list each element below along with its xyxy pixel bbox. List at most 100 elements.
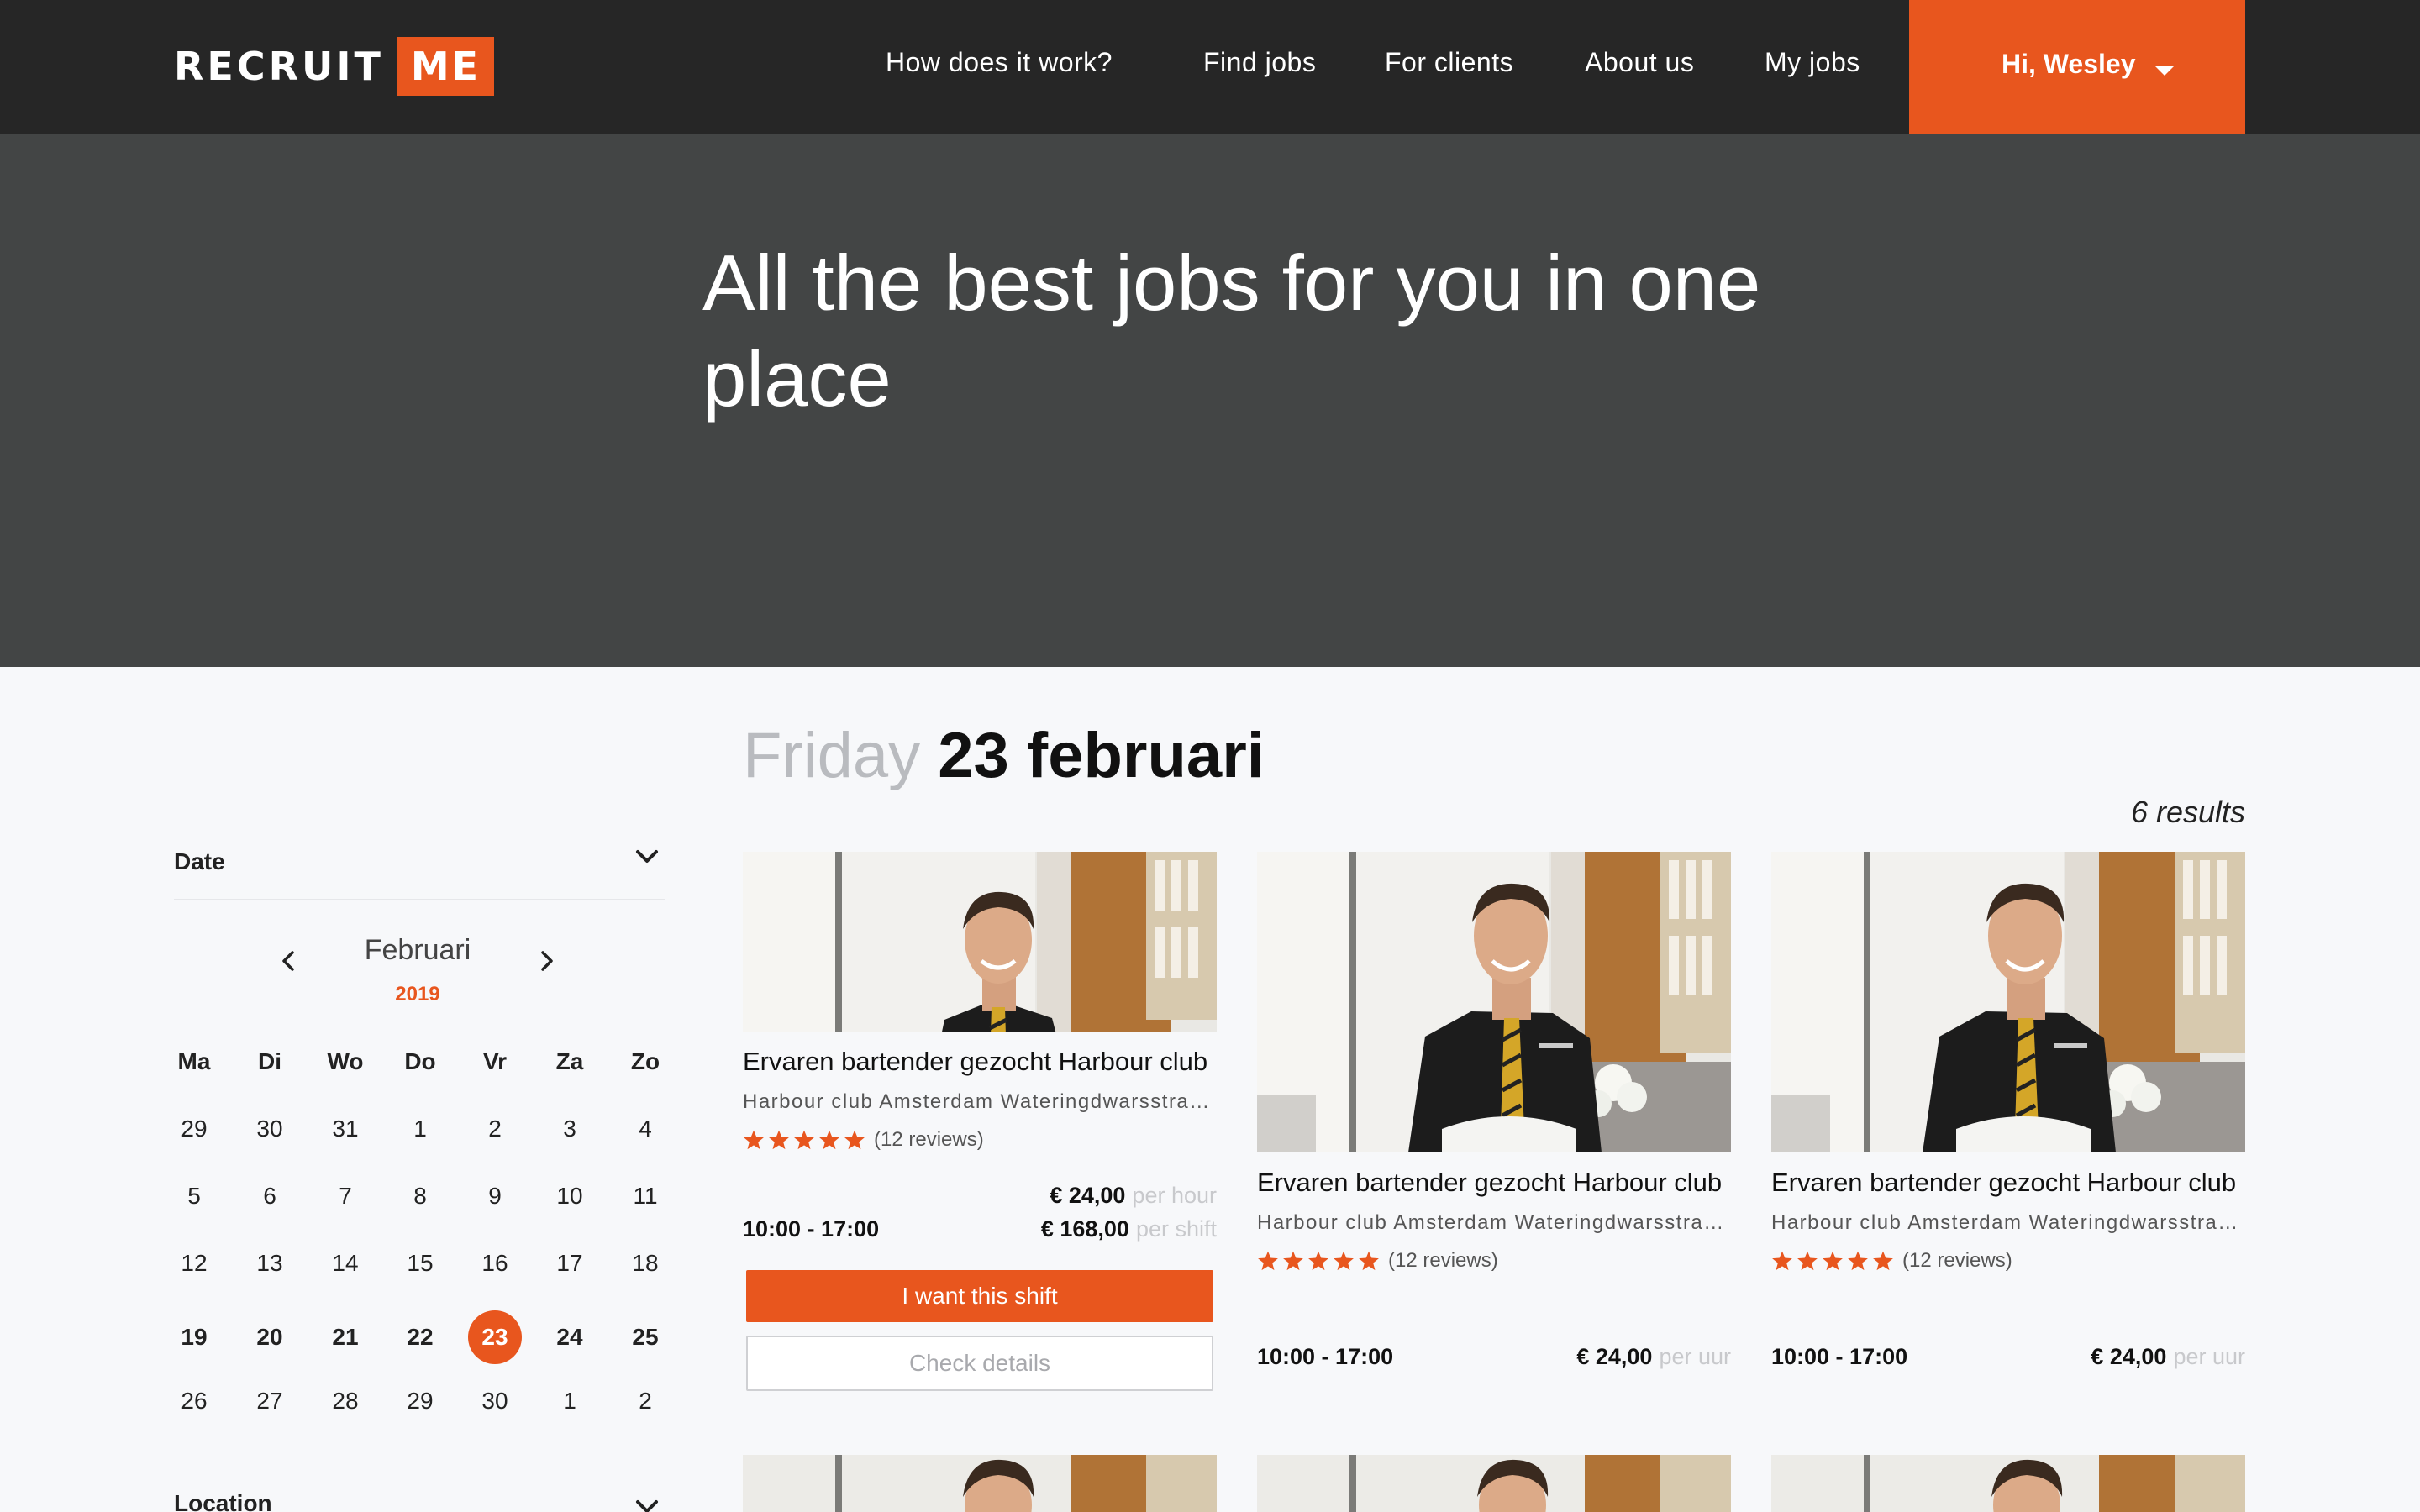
calendar-day[interactable]: 2 xyxy=(608,1374,683,1428)
price-per-hour: € 24,00 per hour xyxy=(1050,1183,1217,1209)
nav-how-it-works[interactable]: How does it work? xyxy=(886,47,1113,78)
job-card[interactable]: Ervaren bartender gezocht Harbour club H… xyxy=(1771,852,2245,1373)
calendar-day[interactable]: 25 xyxy=(608,1310,683,1364)
want-shift-button[interactable]: I want this shift xyxy=(746,1270,1213,1322)
results-count: 6 results xyxy=(2130,795,2245,829)
nav-my-jobs[interactable]: My jobs xyxy=(1765,47,1860,78)
rating: (12 reviews) xyxy=(743,1127,984,1152)
job-photo xyxy=(743,852,1217,1032)
chevron-down-icon xyxy=(636,1500,658,1512)
calendar-day[interactable]: 22 xyxy=(382,1310,458,1364)
calendar-day[interactable]: 31 xyxy=(308,1102,383,1156)
calendar-day[interactable]: 11 xyxy=(608,1169,683,1223)
rating: (12 reviews) xyxy=(1771,1248,2012,1273)
calendar-day[interactable]: 4 xyxy=(608,1102,683,1156)
price-unit: per uur xyxy=(2173,1344,2245,1369)
nav-about-us[interactable]: About us xyxy=(1585,47,1694,78)
price-hour-unit: per hour xyxy=(1132,1183,1217,1208)
date-day-month: 23 februari xyxy=(938,720,1265,791)
calendar-day[interactable]: 10 xyxy=(532,1169,608,1223)
calendar-day[interactable]: 5 xyxy=(156,1169,232,1223)
job-location: Harbour club Amsterdam Wateringdwarsstra… xyxy=(1257,1211,1731,1234)
price-per-shift: € 168,00 per shift xyxy=(1041,1216,1217,1242)
star-icon xyxy=(1797,1251,1818,1271)
calendar-day[interactable]: 24 xyxy=(532,1310,608,1364)
calendar-day[interactable]: 28 xyxy=(308,1374,383,1428)
chevron-down-icon xyxy=(636,850,658,863)
check-details-button[interactable]: Check details xyxy=(746,1336,1213,1391)
star-icon xyxy=(794,1130,814,1150)
calendar-day-selected[interactable]: 23 xyxy=(457,1310,533,1364)
star-icon xyxy=(844,1130,865,1150)
calendar-day[interactable]: 16 xyxy=(457,1236,533,1290)
star-icon xyxy=(1334,1251,1354,1271)
recruitme-logo[interactable]: RECRUIT ME xyxy=(174,37,495,96)
calendar-day[interactable]: 29 xyxy=(156,1102,232,1156)
calendar-day[interactable]: 15 xyxy=(382,1236,458,1290)
hero-title: All the best jobs for you in one place xyxy=(702,239,1761,423)
star-icon xyxy=(744,1130,764,1150)
calendar-day[interactable]: 12 xyxy=(156,1236,232,1290)
job-title[interactable]: Ervaren bartender gezocht Harbour club xyxy=(1257,1168,1731,1198)
calendar-day[interactable]: 29 xyxy=(382,1374,458,1428)
rating: (12 reviews) xyxy=(1257,1248,1498,1273)
star-icon xyxy=(1772,1251,1792,1271)
calendar-day[interactable]: 30 xyxy=(457,1374,533,1428)
calendar-day[interactable]: 14 xyxy=(308,1236,383,1290)
calendar-day[interactable]: 30 xyxy=(232,1102,308,1156)
location-filter-toggle[interactable]: Location xyxy=(174,1482,665,1512)
calendar-day[interactable]: 6 xyxy=(232,1169,308,1223)
filter-divider xyxy=(174,899,665,900)
calendar-month: Februari xyxy=(364,934,471,966)
calendar-day[interactable]: 3 xyxy=(532,1102,608,1156)
price-hour-value: € 24,00 xyxy=(1050,1183,1126,1208)
job-card-photo-partial[interactable] xyxy=(743,1455,1217,1512)
calendar-next-icon[interactable] xyxy=(534,944,560,978)
job-card[interactable]: Ervaren bartender gezocht Harbour club H… xyxy=(743,852,1217,1398)
user-greeting: Hi, Wesley xyxy=(2002,49,2136,79)
job-title[interactable]: Ervaren bartender gezocht Harbour club xyxy=(1771,1168,2245,1198)
calendar-prev-icon[interactable] xyxy=(276,944,301,978)
calendar-day[interactable]: 1 xyxy=(532,1374,608,1428)
calendar-day[interactable]: 9 xyxy=(457,1169,533,1223)
review-count[interactable]: (12 reviews) xyxy=(1902,1249,2012,1273)
job-card-photo-partial[interactable] xyxy=(1771,1455,2245,1512)
shift-time: 10:00 - 17:00 xyxy=(1257,1344,1394,1369)
calendar-day[interactable]: 27 xyxy=(232,1374,308,1428)
weekday-header: Wo xyxy=(327,1048,364,1074)
date-weekday: Friday xyxy=(743,720,921,791)
price-shift-value: € 168,00 xyxy=(1040,1216,1129,1242)
calendar-day[interactable]: 17 xyxy=(532,1236,608,1290)
calendar-day[interactable]: 7 xyxy=(308,1169,383,1223)
review-count[interactable]: (12 reviews) xyxy=(874,1128,984,1152)
calendar-day[interactable]: 19 xyxy=(156,1310,232,1364)
price-shift-unit: per shift xyxy=(1135,1216,1217,1242)
review-count[interactable]: (12 reviews) xyxy=(1388,1249,1498,1273)
star-icon xyxy=(1359,1251,1379,1271)
price-unit: per uur xyxy=(1659,1344,1731,1369)
calendar-day[interactable]: 8 xyxy=(382,1169,458,1223)
job-photo xyxy=(1771,852,2245,1152)
job-card-photo-partial[interactable] xyxy=(1257,1455,1731,1512)
calendar-day[interactable]: 26 xyxy=(156,1374,232,1428)
calendar-day[interactable]: 13 xyxy=(232,1236,308,1290)
star-icon xyxy=(1308,1251,1328,1271)
selected-day-number: 23 xyxy=(468,1310,522,1364)
nav-for-clients[interactable]: For clients xyxy=(1385,47,1513,78)
calendar-day[interactable]: 18 xyxy=(608,1236,683,1290)
job-title[interactable]: Ervaren bartender gezocht Harbour club xyxy=(743,1047,1217,1077)
calendar-day[interactable]: 1 xyxy=(382,1102,458,1156)
job-card[interactable]: Ervaren bartender gezocht Harbour club H… xyxy=(1257,852,1731,1373)
weekday-header: Di xyxy=(258,1048,281,1074)
date-filter-toggle[interactable]: Date xyxy=(174,840,665,890)
user-menu-button[interactable]: Hi, Wesley xyxy=(1909,0,2245,134)
nav-find-jobs[interactable]: Find jobs xyxy=(1203,47,1316,78)
calendar-day[interactable]: 2 xyxy=(457,1102,533,1156)
calendar-day[interactable]: 20 xyxy=(232,1310,308,1364)
weekday-header: Ma xyxy=(177,1048,211,1074)
star-icon xyxy=(1258,1251,1278,1271)
calendar-day[interactable]: 21 xyxy=(308,1310,383,1364)
top-navigation: RECRUIT ME How does it work? Find jobs F… xyxy=(0,0,2420,134)
selected-date-heading: Friday 23 februari xyxy=(743,719,1265,792)
weekday-header: Do xyxy=(404,1048,436,1074)
